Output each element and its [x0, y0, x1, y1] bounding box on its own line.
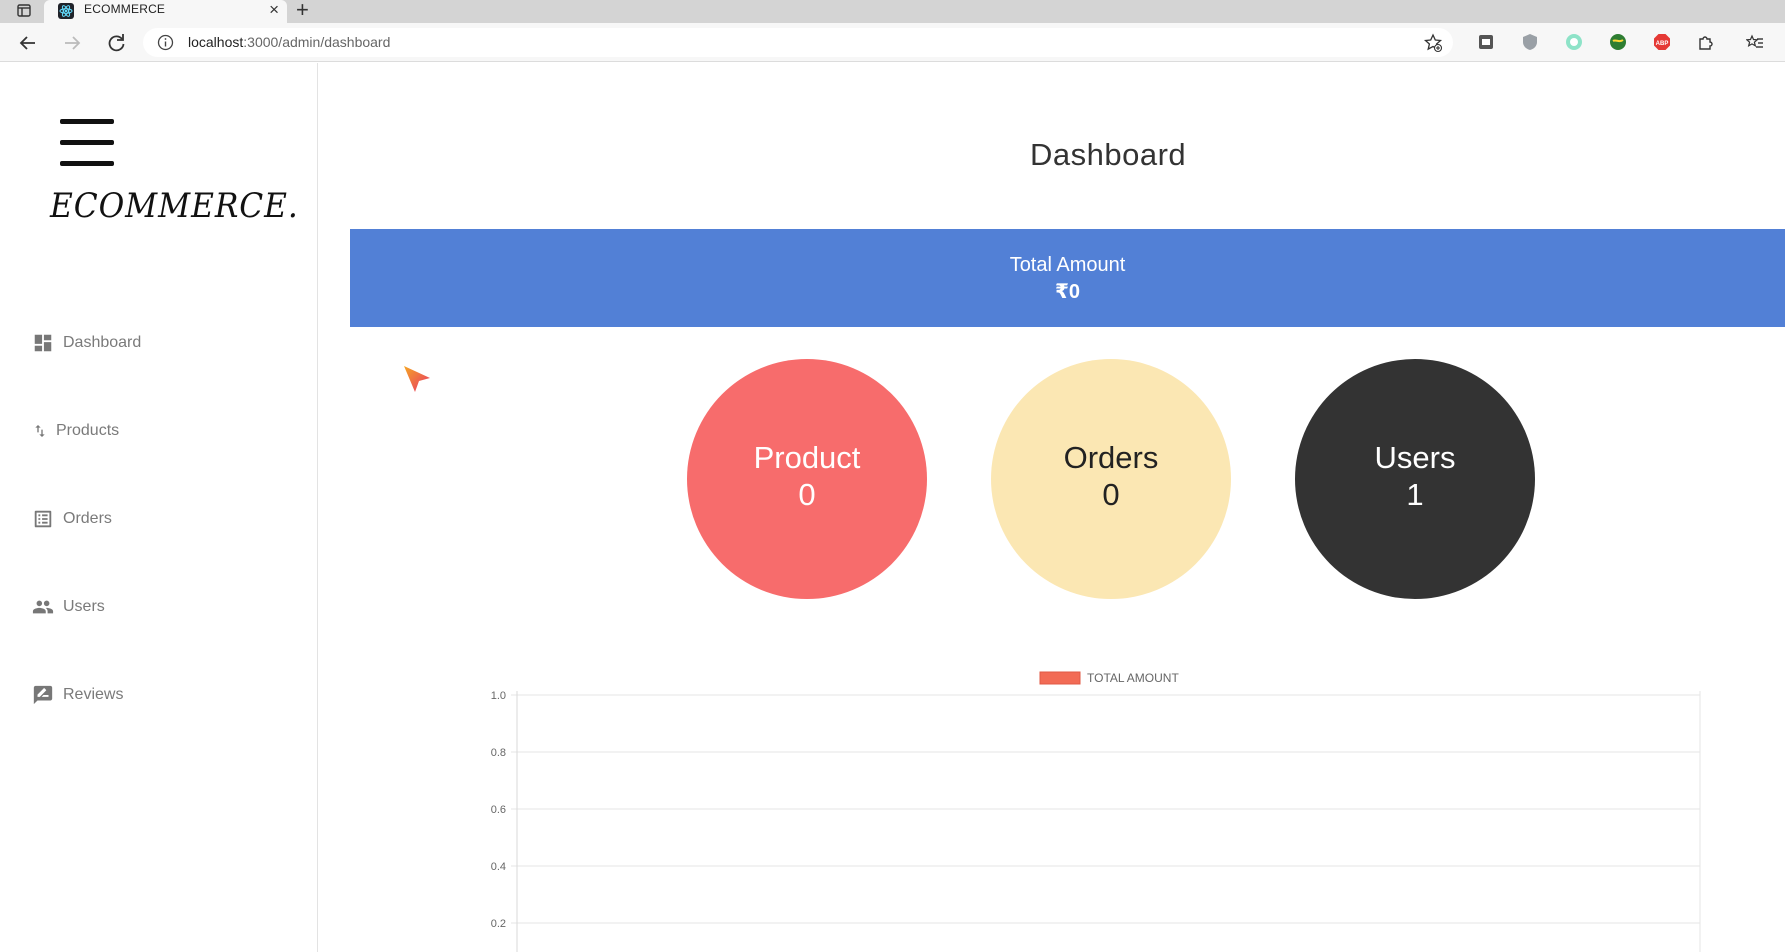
sidebar: ECOMMERCE. Dashboard Products Orders Use…	[0, 63, 318, 952]
y-tick-label: 0.8	[491, 747, 506, 759]
dashboard-icon	[34, 334, 52, 352]
sidebar-item-reviews[interactable]: Reviews	[32, 681, 123, 709]
url-path: :3000/admin/dashboard	[243, 34, 391, 50]
people-icon	[32, 600, 54, 614]
extensions-puzzle-icon[interactable]	[1697, 33, 1715, 51]
new-tab-icon[interactable]: +	[296, 0, 309, 23]
shield-extension-icon[interactable]	[1521, 33, 1539, 51]
menu-icon[interactable]	[60, 119, 114, 167]
product-count: 0	[798, 477, 816, 512]
line-chart: TOTAL AMOUNT 1.0 0.8 0.6 0.4 0.2	[491, 671, 1701, 952]
refresh-icon[interactable]	[104, 31, 128, 55]
forward-icon[interactable]	[60, 31, 84, 55]
sidebar-item-label: Orders	[63, 510, 112, 527]
globe-extension-icon[interactable]	[1609, 33, 1627, 51]
address-bar: localhost:3000/admin/dashboard ABP	[0, 23, 1785, 62]
sidebar-item-label: Reviews	[63, 686, 124, 703]
sidebar-item-label: Dashboard	[63, 334, 142, 351]
brand-logo[interactable]: ECOMMERCE.	[50, 186, 299, 226]
grammar-extension-icon[interactable]	[1565, 33, 1583, 51]
list-alt-icon	[34, 510, 52, 528]
url-host: localhost	[188, 34, 244, 50]
y-tick-label: 0.6	[491, 804, 506, 816]
total-amount-banner: Total Amount ₹0	[350, 229, 1785, 327]
sidebar-item-label: Users	[63, 598, 105, 615]
site-info-icon[interactable]	[157, 34, 174, 51]
tab-title: ECOMMERCE	[84, 2, 166, 16]
page-title: Dashboard	[1030, 137, 1187, 172]
total-amount-label: Total Amount	[1009, 254, 1126, 276]
back-icon[interactable]	[16, 31, 40, 55]
sidebar-item-dashboard[interactable]: Dashboard	[32, 329, 141, 357]
react-favicon-icon	[58, 3, 74, 19]
browser-tab[interactable]: ECOMMERCE ×	[44, 0, 287, 23]
y-tick-label: 0.4	[491, 861, 506, 873]
orders-count: 0	[1102, 477, 1120, 512]
sidebar-item-users[interactable]: Users	[32, 593, 105, 621]
extension-icon[interactable]	[1477, 33, 1495, 51]
y-tick-label: 1.0	[491, 690, 506, 702]
sidebar-item-label: Products	[56, 422, 120, 439]
close-tab-icon[interactable]: ×	[269, 0, 279, 20]
adblock-icon[interactable]: ABP	[1653, 33, 1671, 51]
sidebar-item-orders[interactable]: Orders	[32, 505, 112, 533]
users-count-circle[interactable]: Users 1	[1295, 359, 1535, 599]
legend-swatch	[1039, 671, 1081, 685]
legend-label: TOTAL AMOUNT	[1087, 671, 1179, 685]
tab-actions-icon[interactable]	[14, 2, 34, 20]
add-favorite-icon[interactable]	[1423, 33, 1443, 53]
product-count-circle[interactable]: Product 0	[687, 359, 927, 599]
sidebar-item-products[interactable]: Products	[32, 417, 119, 445]
url-text: localhost:3000/admin/dashboard	[188, 34, 390, 50]
url-field[interactable]: localhost:3000/admin/dashboard	[143, 28, 1453, 57]
users-label: Users	[1374, 440, 1456, 475]
product-label: Product	[753, 440, 861, 475]
orders-count-circle[interactable]: Orders 0	[991, 359, 1231, 599]
mouse-cursor-icon	[404, 366, 430, 392]
orders-label: Orders	[1063, 440, 1159, 475]
total-amount-chart: TOTAL AMOUNT 1.0 0.8 0.6 0.4 0.2	[460, 660, 1710, 952]
import-export-icon	[35, 425, 45, 437]
users-count: 1	[1406, 477, 1424, 512]
total-amount-value: ₹0	[1054, 281, 1081, 303]
favorites-icon[interactable]	[1746, 33, 1764, 51]
rate-review-icon	[33, 685, 53, 705]
browser-tab-bar: ECOMMERCE × +	[0, 0, 1785, 23]
svg-text:ABP: ABP	[1656, 41, 1669, 47]
y-tick-label: 0.2	[491, 918, 506, 930]
